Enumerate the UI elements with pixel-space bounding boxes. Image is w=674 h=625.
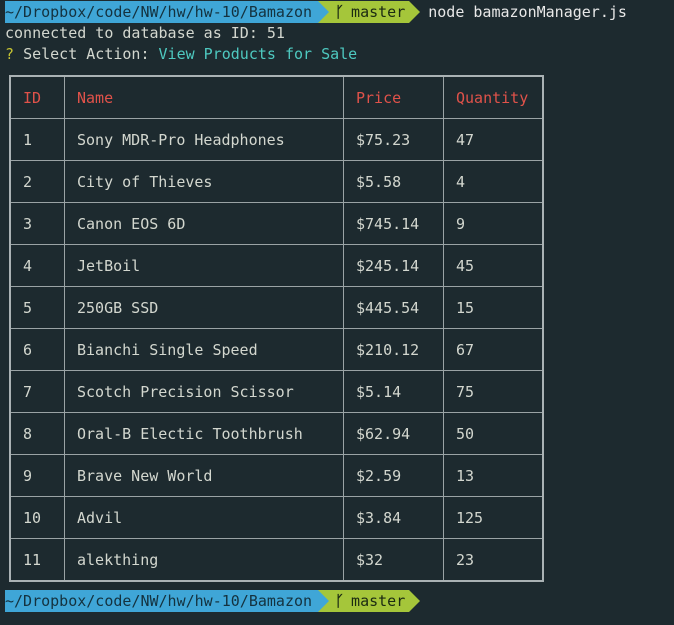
cell-price: $2.59 xyxy=(343,454,444,497)
prompt-path: ~/Dropbox/code/NW/hw/hw-10/Bamazon xyxy=(5,1,319,23)
connection-status: connected to database as ID: 51 xyxy=(5,24,285,42)
select-action-answer: View Products for Sale xyxy=(158,45,358,63)
powerline-separator-icon xyxy=(409,590,421,612)
table-row: 4 JetBoil $245.14 45 xyxy=(9,244,544,287)
question-mark: ? xyxy=(5,45,15,63)
table-row: 9 Brave New World $2.59 13 xyxy=(9,454,544,497)
cell-name: Bianchi Single Speed xyxy=(64,328,344,371)
cell-quantity: 45 xyxy=(443,244,544,287)
powerline-separator-icon xyxy=(318,590,330,612)
cell-quantity: 47 xyxy=(443,118,544,161)
prompt-git-branch: ᚴ master xyxy=(329,590,410,612)
terminal-window[interactable]: ~/Dropbox/code/NW/hw/hw-10/Bamazon ᚴ mas… xyxy=(0,1,674,625)
cell-name: Oral-B Electic Toothbrush xyxy=(64,412,344,455)
column-header-quantity: Quantity xyxy=(443,75,544,119)
products-table-wrapper: ID Name Price Quantity 1 Sony MDR-Pro He… xyxy=(9,75,544,582)
cell-id: 9 xyxy=(9,454,65,497)
cell-quantity: 125 xyxy=(443,496,544,539)
cell-name: 250GB SSD xyxy=(64,286,344,329)
cell-price: $62.94 xyxy=(343,412,444,455)
cell-id: 1 xyxy=(9,118,65,161)
cell-price: $5.14 xyxy=(343,370,444,413)
table-row: 2 City of Thieves $5.58 4 xyxy=(9,160,544,203)
cell-quantity: 75 xyxy=(443,370,544,413)
cell-id: 2 xyxy=(9,160,65,203)
table-row: 3 Canon EOS 6D $745.14 9 xyxy=(9,202,544,245)
cell-quantity: 50 xyxy=(443,412,544,455)
cell-quantity: 15 xyxy=(443,286,544,329)
cell-price: $32 xyxy=(343,538,444,582)
cell-id: 8 xyxy=(9,412,65,455)
table-row: 7 Scotch Precision Scissor $5.14 75 xyxy=(9,370,544,413)
cell-quantity: 67 xyxy=(443,328,544,371)
cell-id: 11 xyxy=(9,538,65,582)
products-table: ID Name Price Quantity 1 Sony MDR-Pro He… xyxy=(9,75,544,582)
branch-name: master xyxy=(351,3,406,21)
cell-id: 5 xyxy=(9,286,65,329)
cell-name: Sony MDR-Pro Headphones xyxy=(64,118,344,161)
git-branch-icon: ᚴ xyxy=(335,592,345,610)
shell-prompt-next[interactable]: ~/Dropbox/code/NW/hw/hw-10/Bamazon ᚴ mas… xyxy=(5,590,421,612)
table-row: 1 Sony MDR-Pro Headphones $75.23 47 xyxy=(9,118,544,161)
cell-id: 4 xyxy=(9,244,65,287)
powerline-separator-icon xyxy=(409,1,421,23)
table-row: 8 Oral-B Electic Toothbrush $62.94 50 xyxy=(9,412,544,455)
column-header-name: Name xyxy=(64,75,344,119)
cell-id: 6 xyxy=(9,328,65,371)
table-row: 5 250GB SSD $445.54 15 xyxy=(9,286,544,329)
cell-price: $445.54 xyxy=(343,286,444,329)
cell-quantity: 4 xyxy=(443,160,544,203)
table-body: 1 Sony MDR-Pro Headphones $75.23 47 2 Ci… xyxy=(9,118,544,582)
shell-prompt: ~/Dropbox/code/NW/hw/hw-10/Bamazon ᚴ mas… xyxy=(5,1,674,23)
column-header-price: Price xyxy=(343,75,444,119)
git-branch-icon: ᚴ xyxy=(335,3,345,21)
table-header-row: ID Name Price Quantity xyxy=(9,75,544,119)
column-header-id: ID xyxy=(9,75,65,119)
select-action-line: ? Select Action: View Products for Sale xyxy=(5,44,674,65)
cell-price: $245.14 xyxy=(343,244,444,287)
cell-name: JetBoil xyxy=(64,244,344,287)
cell-id: 7 xyxy=(9,370,65,413)
cell-quantity: 13 xyxy=(443,454,544,497)
table-row: 10 Advil $3.84 125 xyxy=(9,496,544,539)
cell-name: Canon EOS 6D xyxy=(64,202,344,245)
cell-name: Brave New World xyxy=(64,454,344,497)
command-text: node bamazonManager.js xyxy=(428,3,627,21)
cell-id: 3 xyxy=(9,202,65,245)
table-row: 11 alekthing $32 23 xyxy=(9,538,544,582)
cell-price: $210.12 xyxy=(343,328,444,371)
cell-price: $75.23 xyxy=(343,118,444,161)
cell-name: alekthing xyxy=(64,538,344,582)
prompt-git-branch: ᚴ master xyxy=(329,1,410,23)
cell-price: $5.58 xyxy=(343,160,444,203)
cell-quantity: 9 xyxy=(443,202,544,245)
cell-name: City of Thieves xyxy=(64,160,344,203)
cell-id: 10 xyxy=(9,496,65,539)
cell-quantity: 23 xyxy=(443,538,544,582)
cell-name: Scotch Precision Scissor xyxy=(64,370,344,413)
table-row: 6 Bianchi Single Speed $210.12 67 xyxy=(9,328,544,371)
branch-name: master xyxy=(351,592,406,610)
prompt-path: ~/Dropbox/code/NW/hw/hw-10/Bamazon xyxy=(5,590,319,612)
select-action-label: Select Action: xyxy=(23,45,150,63)
cell-name: Advil xyxy=(64,496,344,539)
powerline-separator-icon xyxy=(318,1,330,23)
cell-price: $745.14 xyxy=(343,202,444,245)
cell-price: $3.84 xyxy=(343,496,444,539)
